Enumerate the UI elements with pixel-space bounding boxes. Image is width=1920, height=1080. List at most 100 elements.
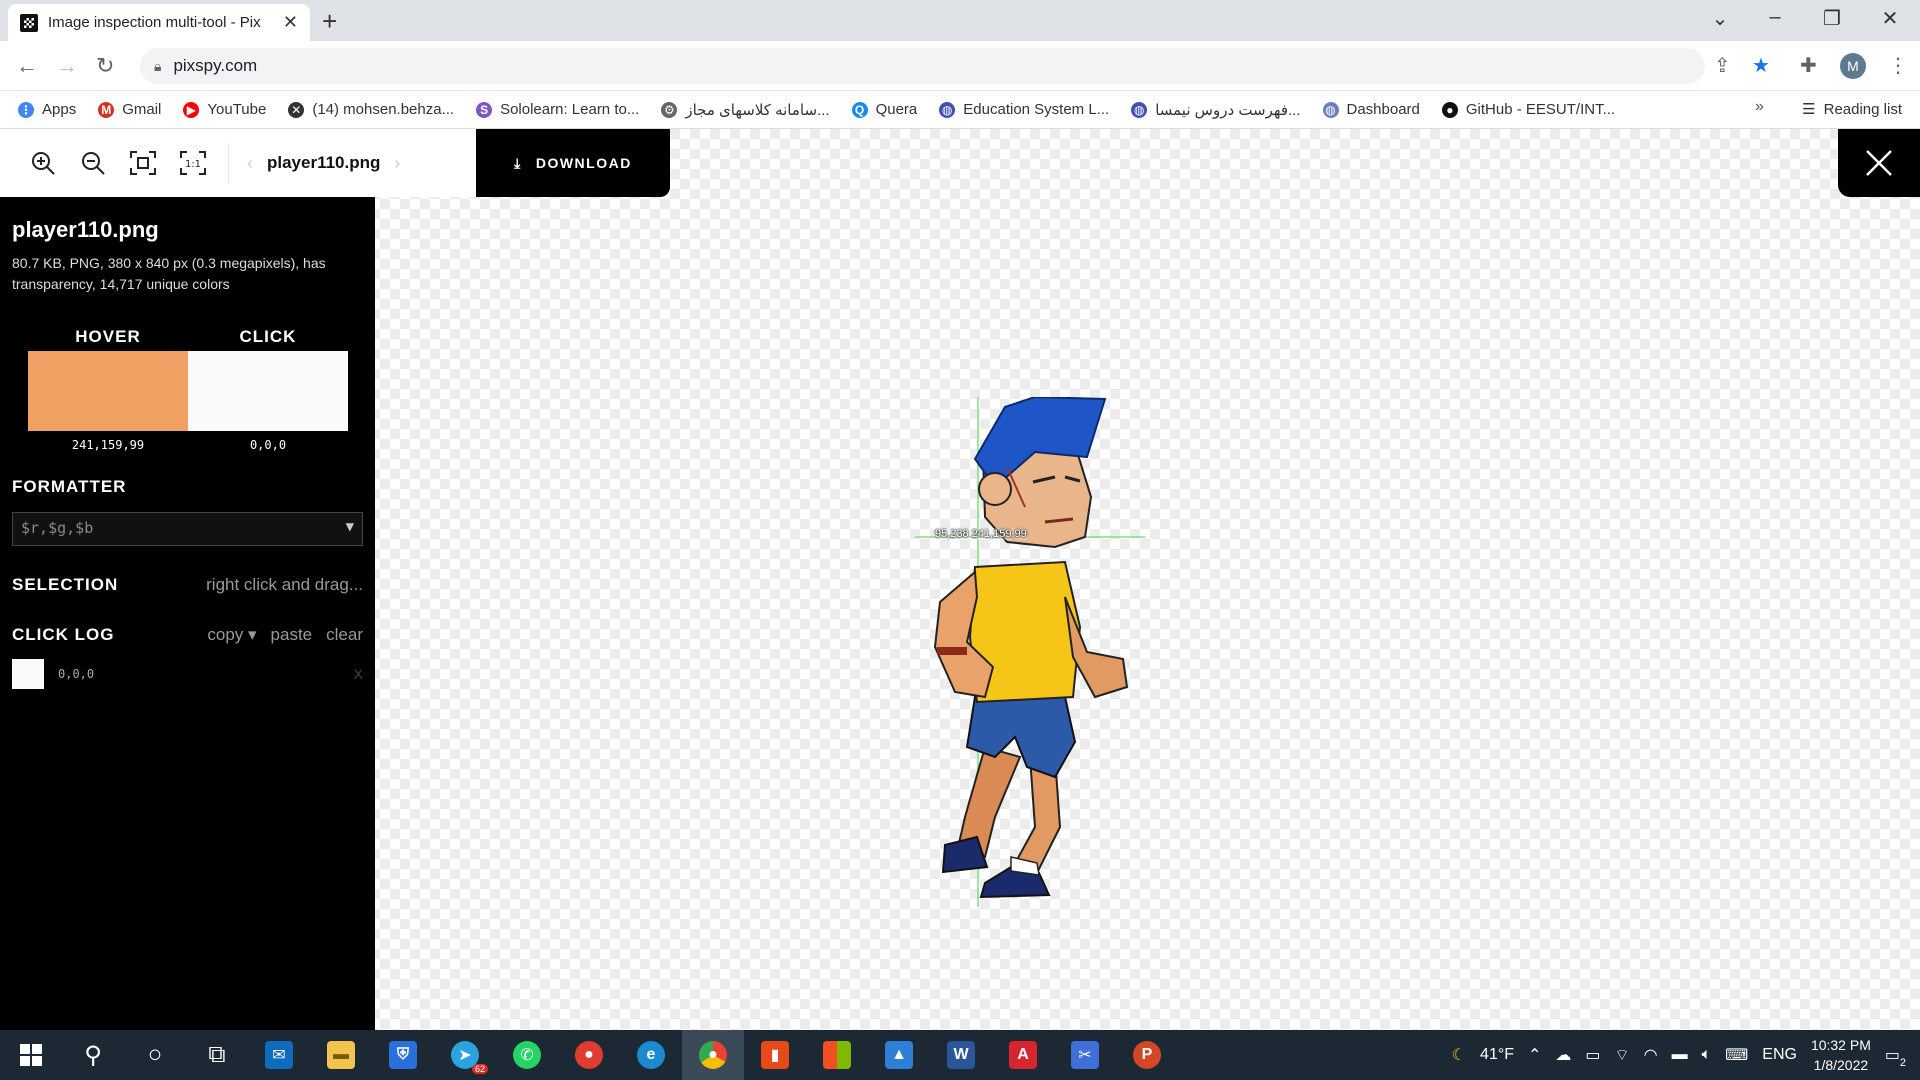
tab-search-icon[interactable]: ⌄: [1700, 6, 1740, 31]
clock[interactable]: 10:32 PM 1/8/2022: [1811, 1035, 1871, 1075]
click-log-entry[interactable]: 0,0,0 X: [12, 659, 363, 689]
whatsapp-icon[interactable]: ✆: [496, 1030, 558, 1080]
formatter-select[interactable]: $r,$g,$b ▼: [12, 512, 363, 546]
menu-icon[interactable]: ⋮: [1888, 53, 1908, 78]
store-icon[interactable]: [806, 1030, 868, 1080]
bookmark-item[interactable]: ▶ YouTube: [183, 101, 266, 118]
acrobat-icon[interactable]: A: [992, 1030, 1054, 1080]
click-log-actions: copy ▾ paste clear: [207, 625, 363, 645]
sololearn-icon: S: [476, 101, 493, 118]
telegram-icon[interactable]: ➤ 62: [434, 1030, 496, 1080]
image-canvas[interactable]: 1:1 ‹ player110.png › ⤓ DOWNLOAD player1…: [0, 129, 1920, 1030]
restore-button[interactable]: ❐: [1812, 6, 1852, 31]
bookmark-item[interactable]: ⚙ سامانه کلاسهای مجاز...: [661, 101, 830, 119]
bookmark-item[interactable]: ● GitHub - EESUT/INT...: [1441, 101, 1615, 118]
share-icon[interactable]: ⇪: [1714, 53, 1731, 78]
bookmark-item[interactable]: M Gmail: [98, 101, 161, 118]
forward-icon[interactable]: →: [56, 53, 78, 79]
office-icon[interactable]: ▮: [744, 1030, 806, 1080]
weather-moon-icon[interactable]: ☾: [1452, 1045, 1466, 1065]
bookmarks-bar: ⋮ Apps M Gmail ▶ YouTube ✕ (14) mohsen.behza...…: [0, 91, 1920, 129]
previous-image-icon[interactable]: ‹: [247, 153, 253, 174]
chevron-up-icon[interactable]: ⌃: [1528, 1045, 1541, 1065]
chrome-icon[interactable]: ●: [682, 1030, 744, 1080]
bookmark-label: Quera: [875, 101, 918, 118]
pixspy-favicon-icon: [20, 13, 38, 32]
snipping-icon[interactable]: ✂: [1054, 1030, 1116, 1080]
zoom-out-icon[interactable]: [68, 129, 118, 197]
formatter-value: $r,$g,$b: [21, 519, 94, 537]
zoom-in-icon[interactable]: [18, 129, 68, 197]
download-icon: ⤓: [514, 154, 522, 171]
bookmark-label: Sololearn: Learn to...: [500, 101, 640, 118]
clear-button[interactable]: clear: [326, 625, 363, 645]
log-swatch: [12, 659, 44, 689]
bookmark-item[interactable]: ◍ Dashboard: [1322, 101, 1420, 118]
file-explorer-icon[interactable]: ▬: [310, 1030, 372, 1080]
close-icon: [1866, 150, 1892, 176]
word-icon[interactable]: W: [930, 1030, 992, 1080]
hover-label: HOVER: [75, 327, 141, 346]
volume-icon[interactable]: 🔈︎: [1702, 1046, 1712, 1064]
bookmark-item[interactable]: Q Quera: [851, 101, 918, 118]
telegram-badge: 62: [471, 1064, 488, 1074]
shield-vpn-icon[interactable]: ⛨: [372, 1030, 434, 1080]
bookmark-item[interactable]: S Sololearn: Learn to...: [476, 101, 639, 118]
click-swatch[interactable]: [188, 351, 348, 431]
bookmark-item[interactable]: ◍ Education System L...: [939, 101, 1109, 118]
more-bookmarks-icon[interactable]: »: [1755, 98, 1764, 116]
copy-button[interactable]: copy ▾: [207, 625, 256, 645]
bookmark-item[interactable]: ✕ (14) mohsen.behza...: [288, 101, 454, 118]
meet-now-icon[interactable]: ▭: [1585, 1045, 1600, 1065]
cortana-icon[interactable]: ○: [124, 1030, 186, 1080]
clock-time: 10:32 PM: [1810, 1037, 1871, 1053]
globe-icon: ◍: [1131, 101, 1148, 118]
profile-avatar[interactable]: M: [1840, 53, 1866, 79]
tab-strip: Image inspection multi-tool - Pix ✕ + ⌄ …: [0, 0, 1920, 41]
weather-temp[interactable]: 41°F: [1480, 1046, 1514, 1064]
new-tab-button[interactable]: +: [322, 6, 337, 37]
actual-size-icon[interactable]: 1:1: [168, 129, 218, 197]
bookmark-label: Dashboard: [1346, 101, 1420, 118]
bookmark-star-icon[interactable]: ★: [1752, 53, 1770, 78]
recorder-icon[interactable]: ●: [558, 1030, 620, 1080]
photos-icon[interactable]: ▲: [868, 1030, 930, 1080]
back-icon[interactable]: ←: [16, 53, 38, 79]
tab-title: Image inspection multi-tool - Pix: [48, 14, 261, 31]
active-tab[interactable]: Image inspection multi-tool - Pix ✕: [8, 4, 310, 41]
remove-entry-button[interactable]: X: [354, 666, 363, 682]
edge-icon[interactable]: e: [620, 1030, 682, 1080]
url-text: pixspy.com: [173, 56, 258, 75]
close-viewer-button[interactable]: [1838, 129, 1920, 197]
task-view-icon[interactable]: ⧉: [186, 1030, 248, 1080]
extensions-icon[interactable]: ✚: [1800, 53, 1817, 78]
download-button[interactable]: ⤓ DOWNLOAD: [476, 129, 670, 197]
globe-icon: ◍: [939, 101, 956, 118]
paste-button[interactable]: paste: [271, 625, 313, 645]
notifications-icon[interactable]: ▭ 2: [1885, 1045, 1906, 1069]
close-tab-icon[interactable]: ✕: [283, 12, 298, 33]
bookmark-item[interactable]: ⋮ Apps: [18, 101, 76, 118]
search-icon[interactable]: ⚲: [62, 1030, 124, 1080]
next-image-icon[interactable]: ›: [394, 153, 400, 174]
windows-start-icon[interactable]: [0, 1030, 62, 1080]
reading-list-button[interactable]: ☰ Reading list: [1802, 100, 1902, 119]
minimize-button[interactable]: –: [1755, 6, 1795, 29]
click-value: 0,0,0: [249, 438, 287, 452]
globe-icon: ◍: [1322, 101, 1339, 118]
powerpoint-icon[interactable]: P: [1116, 1030, 1178, 1080]
bookmark-label: Education System L...: [963, 101, 1110, 118]
omnibox[interactable]: 🔒︎ pixspy.com: [140, 48, 1705, 84]
bookmark-item[interactable]: ◍ فهرست دروس نیمسا...: [1131, 101, 1301, 119]
mail-icon[interactable]: ✉: [248, 1030, 310, 1080]
keyboard-icon[interactable]: ⌨: [1725, 1045, 1748, 1065]
onedrive-icon[interactable]: ☁: [1555, 1045, 1571, 1065]
language-indicator[interactable]: ENG: [1762, 1046, 1797, 1064]
lock-icon[interactable]: 🔒︎: [154, 58, 161, 75]
fit-to-screen-icon[interactable]: [118, 129, 168, 197]
wifi-icon[interactable]: ◠: [1644, 1045, 1658, 1065]
battery-icon[interactable]: ▬: [1672, 1046, 1688, 1064]
reload-icon[interactable]: ↻: [96, 53, 114, 79]
close-window-button[interactable]: ✕: [1870, 6, 1910, 31]
network-icon[interactable]: ⌔: [1615, 1045, 1630, 1065]
